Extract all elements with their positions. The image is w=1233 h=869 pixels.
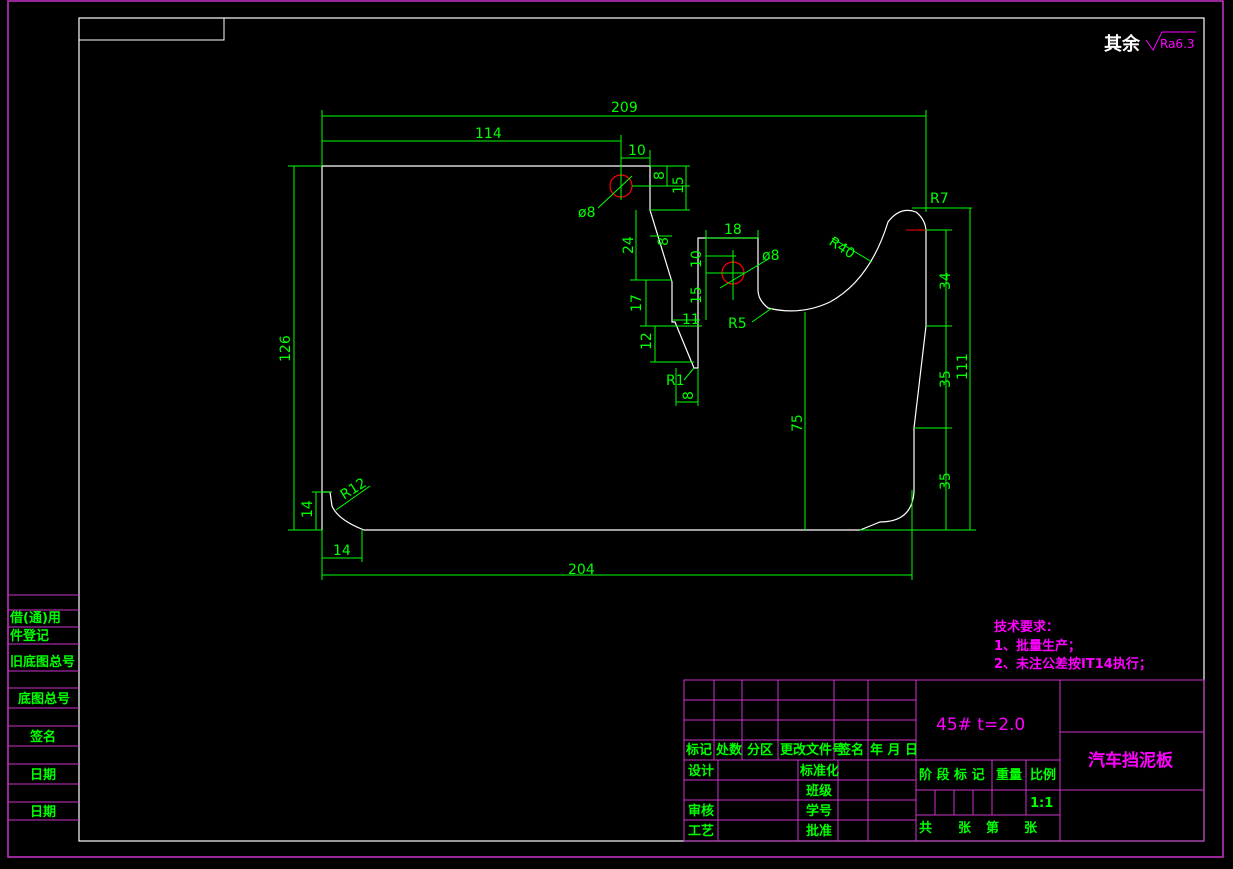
sheet-no-prefix: 第 <box>986 820 999 836</box>
dim-r12: R12 <box>338 475 370 503</box>
dim-35-b: 35 <box>938 472 954 490</box>
dim-hole2-dia: ø8 <box>762 248 779 264</box>
weight-label: 重量 <box>996 767 1022 783</box>
dim-35-a: 35 <box>938 370 954 388</box>
side-labels: 借(通)用 件登记 旧底图总号 底图总号 签名 日期 日期 <box>9 610 75 820</box>
dim-10: 10 <box>628 143 646 159</box>
dim-15-top: 15 <box>671 176 687 194</box>
dim-34: 34 <box>938 272 954 290</box>
roughness-prefix: 其余 <box>1104 33 1141 55</box>
row-check: 审核 <box>688 803 714 819</box>
roughness-value: Ra6.3 <box>1160 37 1195 51</box>
outer-frame <box>7 0 1224 858</box>
side-label-2: 件登记 <box>10 628 49 644</box>
side-label-6: 日期 <box>30 768 56 783</box>
tech-title: 技术要求： <box>994 619 1059 635</box>
tech-requirements: 技术要求： 1、批量生产； 2、未注公差按IT14执行； <box>994 619 1152 672</box>
inner-frame <box>78 17 1205 842</box>
dim-hole1-dia: ø8 <box>578 205 595 221</box>
material-spec: 45# t=2.0 <box>936 715 1025 735</box>
header-count: 处数 <box>715 742 743 758</box>
side-label-5: 签名 <box>29 729 56 745</box>
dim-r40: R40 <box>826 234 858 262</box>
dim-10-h2: 10 <box>689 250 705 268</box>
side-label-4: 底图总号 <box>18 691 70 707</box>
row-approve: 批准 <box>806 823 832 839</box>
dim-204: 204 <box>568 562 595 578</box>
row-class: 班级 <box>806 783 833 799</box>
dim-17: 17 <box>629 294 645 312</box>
dim-209: 209 <box>611 100 638 116</box>
dim-75: 75 <box>790 414 806 432</box>
dim-24: 24 <box>621 236 637 254</box>
header-zone: 分区 <box>747 742 773 758</box>
code-box <box>78 17 225 41</box>
stage-label: 阶 段 标 记 <box>919 767 985 783</box>
part-name: 汽车挡泥板 <box>1088 750 1174 771</box>
header-change-doc: 更改文件号 <box>780 742 845 758</box>
scale-value: 1:1 <box>1030 796 1053 811</box>
part-outline <box>321 165 927 531</box>
dim-r5: R5 <box>728 316 747 332</box>
dim-15-h2: 15 <box>689 286 705 304</box>
scale-label: 比例 <box>1030 767 1056 783</box>
dim-18: 18 <box>724 222 742 238</box>
dim-r7: R7 <box>930 191 949 207</box>
sheet-total-prefix: 共 <box>919 820 932 836</box>
tech-item-2: 2、未注公差按IT14执行； <box>994 656 1152 672</box>
dimension-text: 209 114 10 8 15 ø8 24 8 17 11 12 R1 8 18… <box>278 100 971 578</box>
dim-111: 111 <box>955 353 971 380</box>
row-design: 设计 <box>688 763 714 779</box>
dim-126: 126 <box>278 335 294 362</box>
side-label-7: 日期 <box>30 805 56 820</box>
tech-item-1: 1、批量生产； <box>994 638 1081 654</box>
dim-8-top: 8 <box>652 171 668 180</box>
side-label-1: 借(通)用 <box>9 610 61 626</box>
dim-14-left: 14 <box>300 500 316 518</box>
header-date: 年 月 日 <box>870 742 918 758</box>
dim-8-slot: 8 <box>656 237 672 246</box>
sheet-total-suffix: 张 <box>958 821 972 836</box>
dim-11: 11 <box>682 312 700 328</box>
dim-12: 12 <box>639 332 655 350</box>
dimension-lines <box>288 110 976 580</box>
side-label-3: 旧底图总号 <box>10 654 75 670</box>
header-mark: 标记 <box>685 742 712 758</box>
dim-8-bottom: 8 <box>681 391 697 400</box>
row-process: 工艺 <box>688 823 714 839</box>
row-student-no: 学号 <box>806 803 832 819</box>
row-standard: 标准化 <box>799 763 839 779</box>
header-sign: 签名 <box>837 742 864 758</box>
dim-r1: R1 <box>666 373 685 389</box>
roughness-note: 其余 Ra6.3 <box>1104 31 1196 55</box>
dim-14-bottom: 14 <box>333 543 351 559</box>
dim-114: 114 <box>475 126 502 142</box>
sheet-no-suffix: 张 <box>1024 821 1038 836</box>
cad-drawing: 其余 Ra6.3 209 114 10 8 15 ø8 24 8 17 11 1… <box>7 0 1224 858</box>
